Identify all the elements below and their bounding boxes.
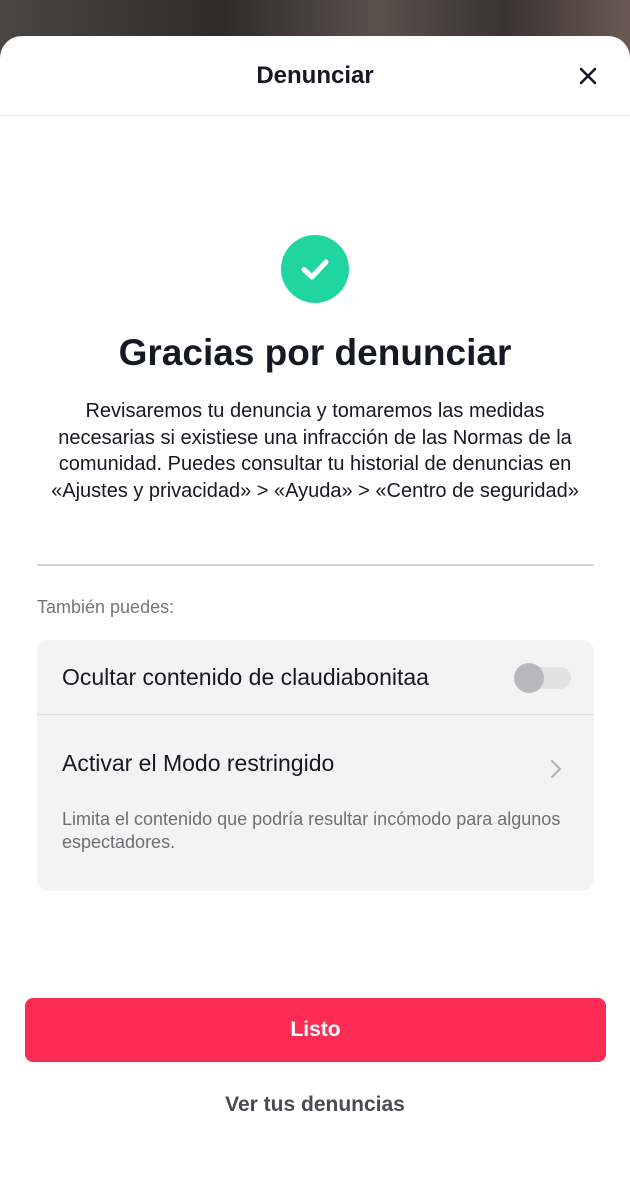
view-reports-link[interactable]: Ver tus denuncias — [0, 1093, 630, 1117]
restricted-mode-description: Limita el contenido que podría resultar … — [62, 809, 561, 852]
hide-content-label: Ocultar contenido de claudiabonitaa — [62, 664, 429, 690]
chevron-right-icon — [551, 760, 561, 778]
close-icon — [579, 67, 597, 85]
section-label: También puedes: — [37, 597, 175, 617]
divider — [37, 564, 594, 566]
toggle-knob — [514, 663, 544, 693]
restricted-mode-label: Activar el Modo restringido — [62, 750, 335, 776]
close-button[interactable] — [574, 62, 602, 90]
done-button[interactable]: Listo — [25, 998, 606, 1062]
success-check-icon — [281, 235, 349, 303]
sheet-header: Denunciar — [0, 36, 630, 116]
confirmation-title: Gracias por denunciar — [118, 332, 512, 373]
hide-content-toggle[interactable] — [514, 663, 571, 693]
sheet-title: Denunciar — [256, 61, 374, 89]
hide-content-option[interactable]: Ocultar contenido de claudiabonitaa — [37, 640, 594, 715]
restricted-mode-option[interactable]: Activar el Modo restringido Limita el co… — [37, 716, 594, 891]
options-card: Ocultar contenido de claudiabonitaa Acti… — [37, 640, 594, 891]
confirmation-description: Revisaremos tu denuncia y tomaremos las … — [51, 400, 579, 502]
